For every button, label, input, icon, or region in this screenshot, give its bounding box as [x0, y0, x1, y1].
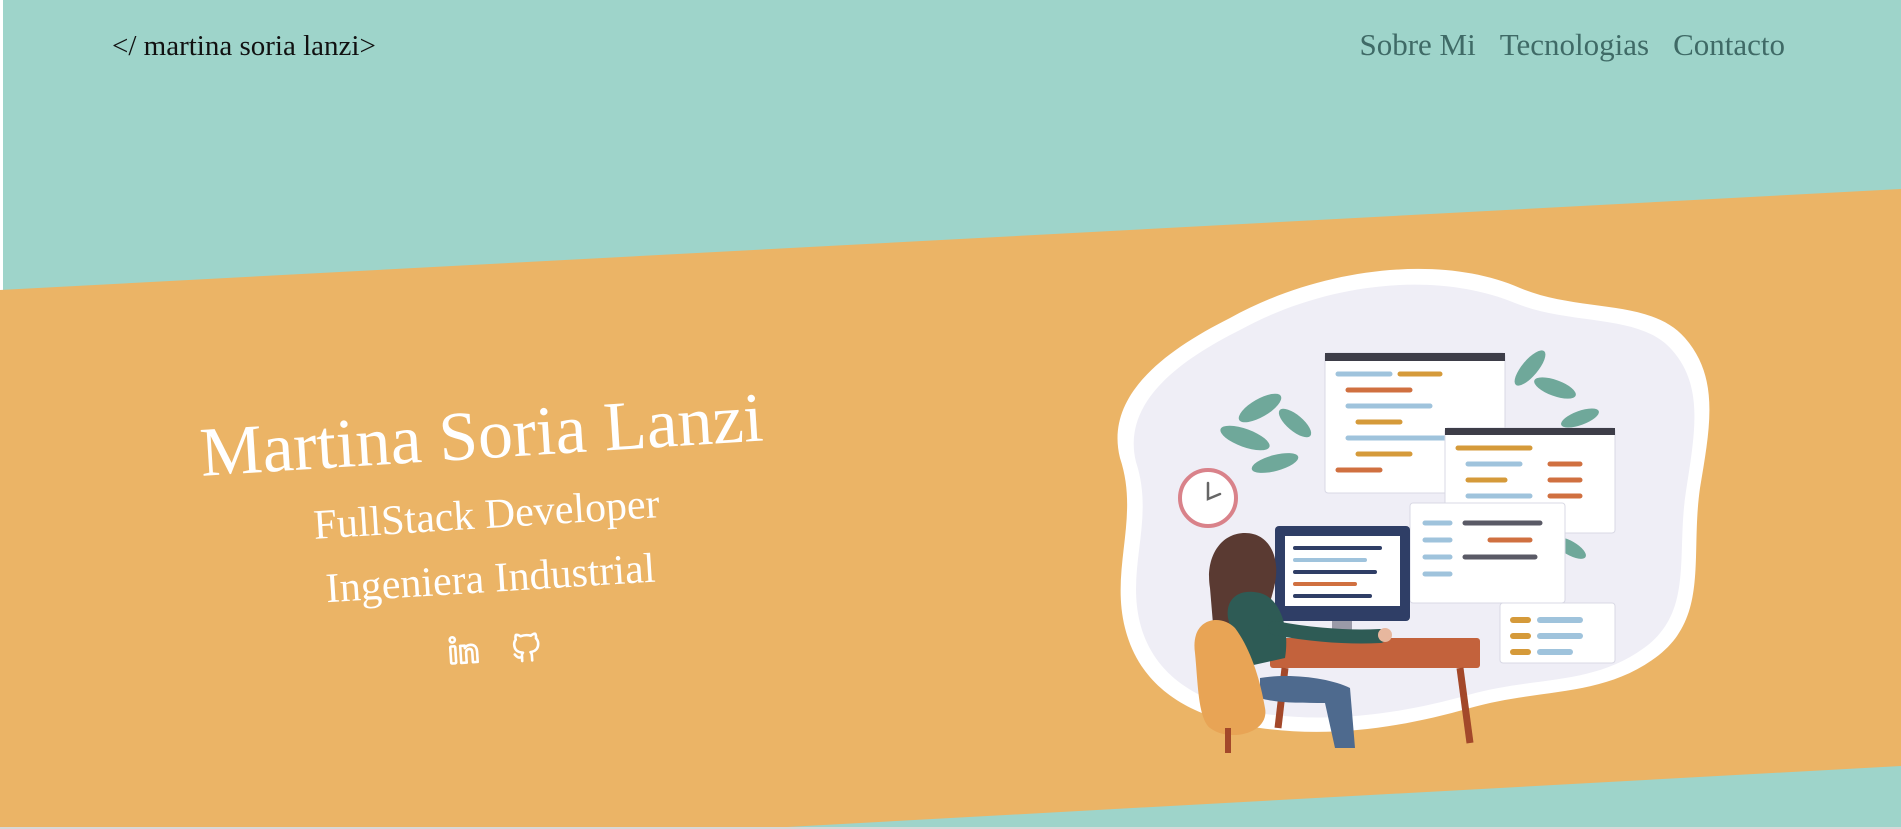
github-link[interactable] [506, 626, 546, 666]
hero-section: Martina Soria Lanzi FullStack Developer … [167, 376, 808, 687]
nav-link-contacto[interactable]: Contacto [1673, 27, 1785, 63]
site-logo[interactable]: </ martina soria lanzi> [112, 30, 376, 63]
main-nav: Sobre Mi Tecnologias Contacto [1359, 27, 1785, 63]
nav-link-sobre-mi[interactable]: Sobre Mi [1359, 27, 1475, 63]
developer-illustration [1117, 268, 1710, 753]
linkedin-link[interactable] [444, 630, 484, 670]
linkedin-icon [447, 636, 479, 665]
nav-link-tecnologias[interactable]: Tecnologias [1500, 27, 1649, 63]
github-icon [512, 632, 539, 663]
site-header: </ martina soria lanzi> Sobre Mi Tecnolo… [0, 0, 1901, 95]
